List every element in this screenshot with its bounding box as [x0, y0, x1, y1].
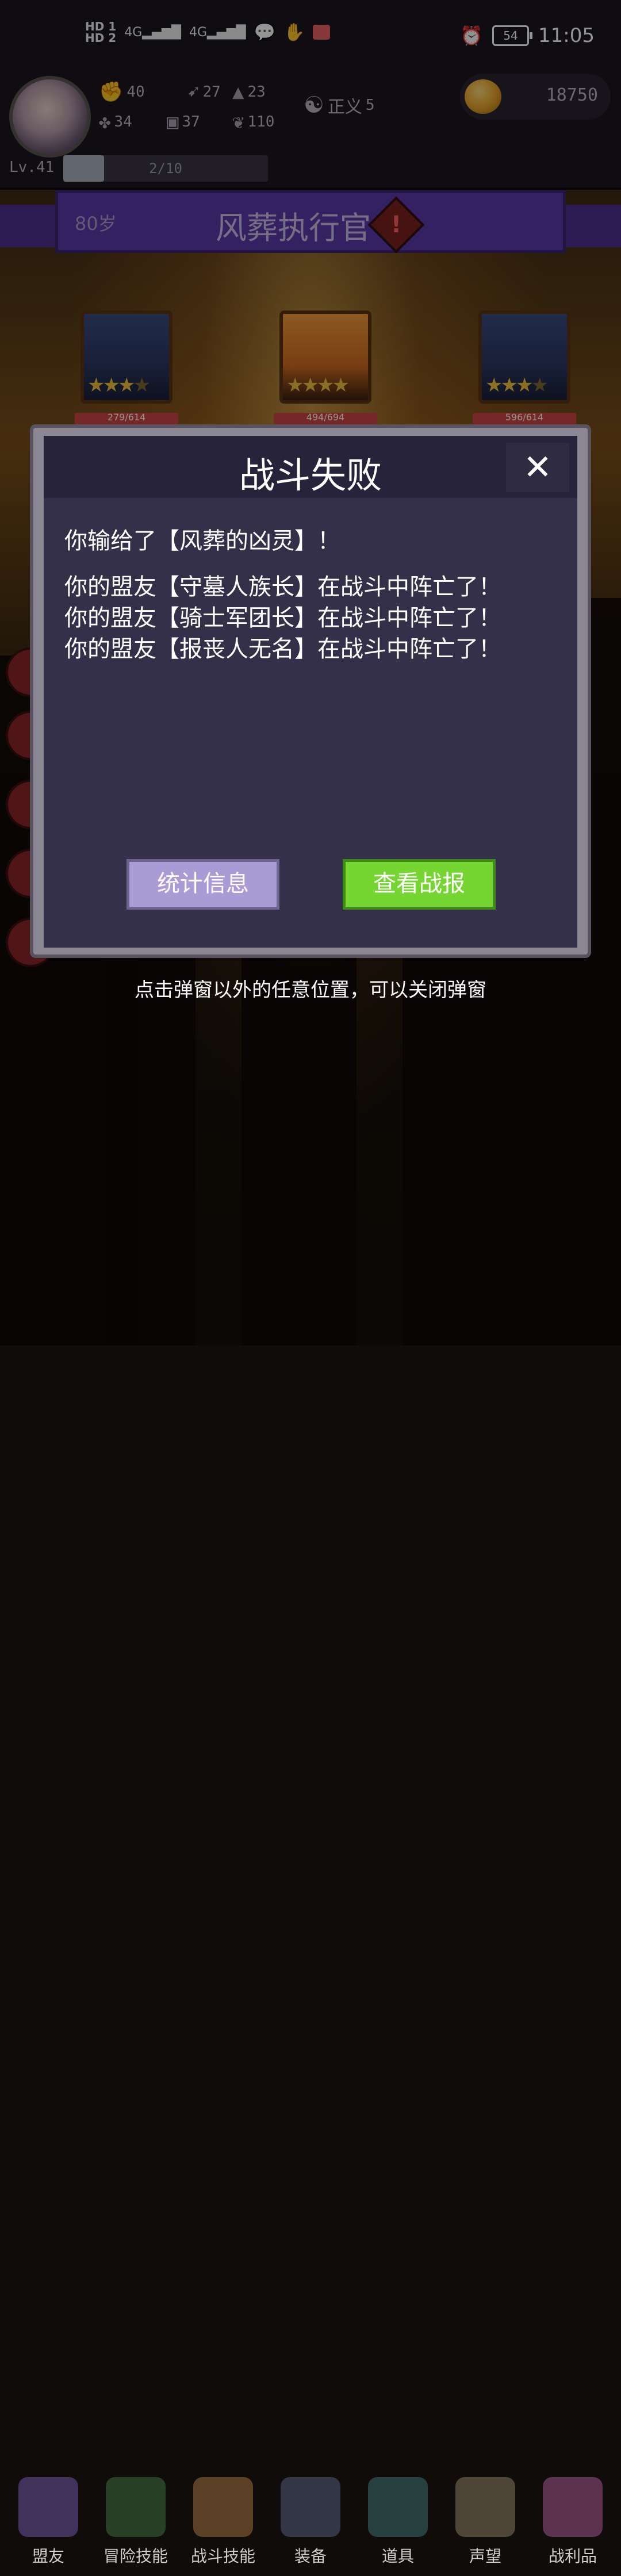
- view-report-button[interactable]: 查看战报: [343, 859, 496, 910]
- nav-adventure-skills[interactable]: 冒险技能: [100, 2470, 171, 2576]
- chest-icon: [543, 2477, 603, 2537]
- ally-fallen-message: 你的盟友【守墓人族长】在战斗中阵亡了！: [64, 574, 501, 600]
- bag-icon: [368, 2477, 428, 2537]
- defeat-message: 你输给了【风葬的凶灵】！: [64, 528, 340, 554]
- close-icon: ✕: [523, 447, 553, 488]
- ally-fallen-message: 你的盟友【骑士军团长】在战斗中阵亡了！: [64, 605, 501, 631]
- nav-items[interactable]: 道具: [362, 2470, 434, 2576]
- nav-battle-skills[interactable]: 战斗技能: [187, 2470, 259, 2576]
- dismiss-hint: 点击弹窗以外的任意位置，可以关闭弹窗: [135, 979, 486, 1002]
- nav-loot[interactable]: 战利品: [537, 2470, 608, 2576]
- ally-fallen-message: 你的盟友【报丧人无名】在战斗中阵亡了！: [64, 636, 501, 662]
- nav-allies[interactable]: 盟友: [13, 2470, 84, 2576]
- nav-equipment[interactable]: 装备: [275, 2470, 346, 2576]
- dialog-body: [44, 436, 577, 948]
- dialog-title: 战斗失败: [239, 454, 382, 496]
- scroll-icon: [455, 2477, 515, 2537]
- shield-icon: [281, 2477, 340, 2537]
- nav-reputation[interactable]: 声望: [450, 2470, 521, 2576]
- book-icon: [106, 2477, 166, 2537]
- close-button[interactable]: ✕: [506, 443, 569, 492]
- backpack-icon: [193, 2477, 253, 2537]
- handshake-icon: [18, 2477, 78, 2537]
- statistics-button[interactable]: 统计信息: [126, 859, 279, 910]
